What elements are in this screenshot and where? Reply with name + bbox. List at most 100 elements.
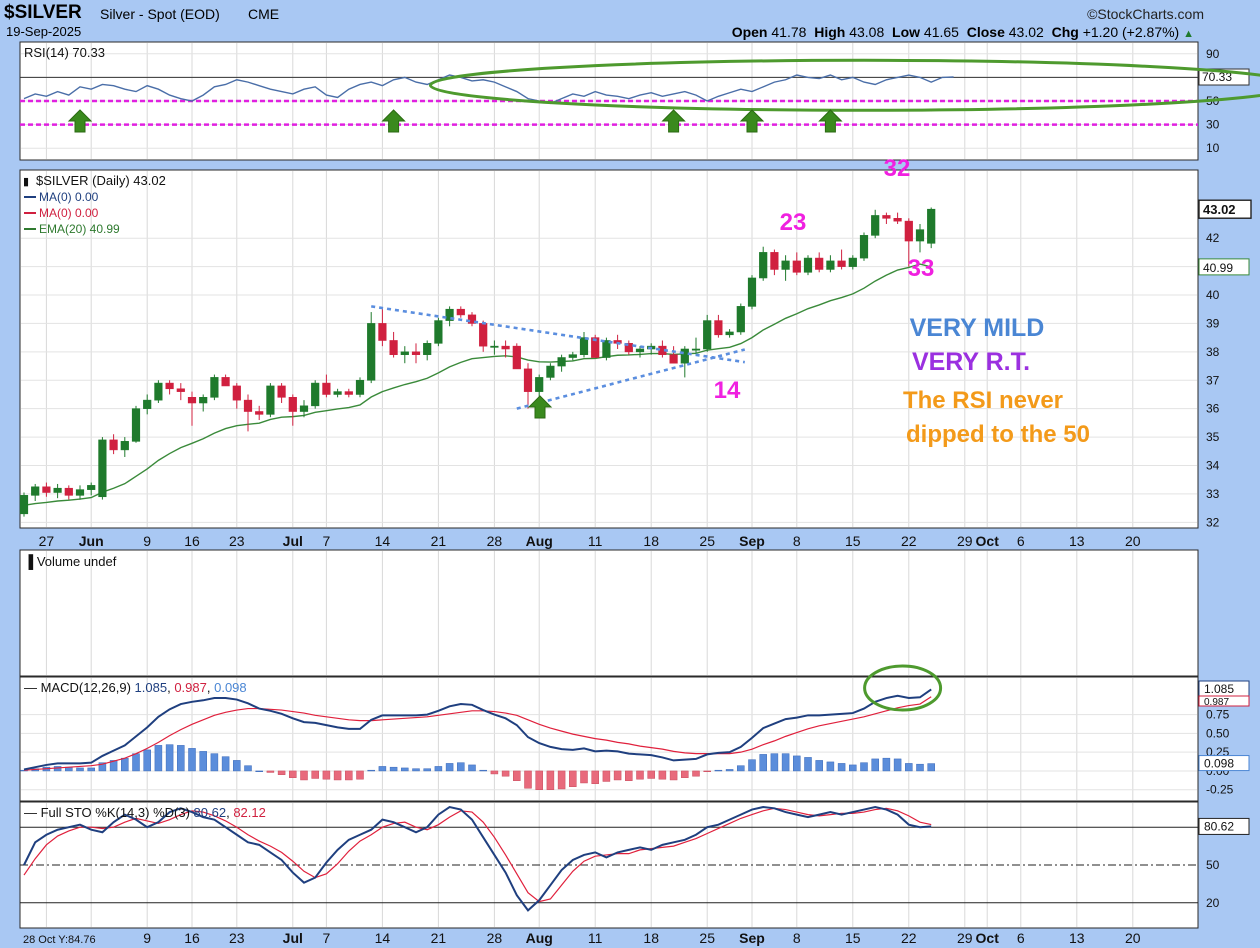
- x-axis-tick-label: 16: [184, 533, 200, 549]
- macd-legend-v2: 0.987: [174, 680, 207, 695]
- macd-legend-v1: 1.085: [135, 680, 168, 695]
- x-axis-tick-label: 21: [431, 533, 447, 549]
- candle: [19, 495, 29, 515]
- candle: [109, 439, 118, 451]
- macd-hist-bar: [255, 770, 263, 772]
- sto-legend-k: 80.62: [194, 805, 227, 820]
- candle: [31, 486, 40, 496]
- price-tick-label: 34: [1206, 458, 1220, 472]
- candle: [87, 485, 96, 490]
- price-annotation: The RSI never: [903, 387, 1063, 414]
- sto-badge-value: 80.62: [1204, 819, 1234, 833]
- macd-hist-bar: [535, 770, 543, 790]
- macd-hist-bar: [905, 763, 913, 772]
- bottom-axis-tick-label: 14: [375, 930, 391, 946]
- macd-hist-bar: [737, 765, 745, 772]
- price-last-value: 43.02: [1203, 202, 1236, 217]
- volume-legend: ▐ Volume undef: [24, 554, 117, 570]
- candle: [165, 382, 174, 390]
- bottom-axis-tick-label: 29: [957, 930, 973, 946]
- x-axis-tick-label: Oct: [976, 533, 1000, 549]
- bottom-axis-tick-label: 21: [431, 930, 447, 946]
- macd-hist-bar: [199, 751, 207, 772]
- macd-hist-bar: [289, 770, 297, 778]
- sto-legend: — Full STO %K(14,3) %D(3) 80.62, 82.12: [24, 805, 266, 820]
- macd-hist-bar: [849, 764, 857, 772]
- candle: [557, 357, 566, 367]
- macd-hist-bar: [546, 770, 555, 790]
- macd-hist-bar: [345, 770, 353, 781]
- candle: [904, 220, 913, 242]
- macd-legend-name: — MACD(12,26,9): [24, 680, 135, 695]
- price-annotation: dipped to the 50: [906, 421, 1090, 448]
- macd-hist-bar: [793, 755, 801, 772]
- candle: [770, 252, 779, 270]
- x-axis-tick-label: Aug: [526, 533, 553, 549]
- macd-hist-bar: [703, 770, 711, 772]
- bottom-axis-tick-label: 16: [184, 930, 200, 946]
- candle: [479, 323, 488, 347]
- stock-chart[interactable]: 9070503010RSI(14) 70.3370.33323334353637…: [0, 0, 1260, 948]
- macd-hist-bar: [121, 757, 129, 772]
- bottom-axis-tick-label: Jul: [283, 930, 303, 946]
- sto-legend-name: — Full STO %K(14,3) %D(3): [24, 805, 194, 820]
- rsi-legend: RSI(14) 70.33: [24, 45, 105, 60]
- macd-hist-bar: [759, 754, 767, 772]
- macd-hist-bar: [513, 770, 521, 781]
- price-tick-label: 32: [1206, 515, 1220, 529]
- price-legend-item: MA(0) 0.00: [39, 190, 99, 204]
- macd-hist-bar: [860, 762, 868, 772]
- macd-hist-bar: [143, 749, 151, 772]
- bottom-axis-tick-label: 23: [229, 930, 245, 946]
- candle: [367, 323, 376, 381]
- x-axis-tick-label: 14: [375, 533, 391, 549]
- price-annotation: 33: [908, 255, 935, 282]
- macd-hist-bar: [356, 770, 364, 780]
- candle: [635, 348, 645, 353]
- candle: [669, 354, 678, 364]
- candle: [143, 399, 152, 409]
- candle: [154, 382, 163, 401]
- macd-hist-bar: [311, 770, 319, 779]
- price-tick-label: 40: [1206, 288, 1220, 302]
- price-annotation: 14: [714, 377, 741, 404]
- price-annotation: 23: [780, 209, 807, 236]
- candle: [42, 486, 51, 493]
- macd-hist-bar: [725, 769, 734, 772]
- x-axis-tick-label: Sep: [739, 533, 765, 549]
- sto-legend-d: 82.12: [233, 805, 266, 820]
- candle: [411, 351, 421, 355]
- macd-hist-bar: [87, 767, 95, 772]
- price-legend-item: $SILVER (Daily) 43.02: [36, 173, 166, 188]
- bottom-axis-tick-label: Oct: [976, 930, 1000, 946]
- candle: [288, 397, 297, 412]
- macd-hist-bar: [826, 761, 835, 772]
- price-tick-label: 38: [1206, 345, 1220, 359]
- rsi-tick-label: 10: [1206, 141, 1220, 155]
- macd-legend-sep: ,: [207, 680, 214, 695]
- candle: [512, 345, 521, 370]
- macd-hist-bar: [748, 759, 756, 772]
- x-axis-tick-label: Jun: [79, 533, 104, 549]
- macd-hist-bar: [613, 770, 622, 781]
- bottom-axis-tick-label: Aug: [526, 930, 553, 946]
- macd-hist-bar: [434, 766, 443, 772]
- candle: [199, 397, 208, 404]
- candle: [568, 354, 577, 358]
- candle: [266, 385, 275, 415]
- candle: [400, 351, 409, 355]
- candle: [725, 331, 734, 336]
- candle: [423, 343, 432, 355]
- candle: [792, 260, 801, 273]
- bottom-axis-tick-label: 7: [323, 930, 331, 946]
- macd-hist-bar: [468, 764, 476, 772]
- candle: [680, 348, 689, 364]
- macd-hist-bar: [378, 766, 387, 772]
- candle: [714, 320, 723, 336]
- candle: [355, 379, 365, 395]
- bottom-axis-tick-label: 6: [1017, 930, 1025, 946]
- macd-legend-v3: 0.098: [214, 680, 247, 695]
- rsi-tick-label: 30: [1206, 118, 1220, 132]
- x-axis-tick-label: 8: [793, 533, 801, 549]
- macd-tick-label: 0.75: [1206, 708, 1230, 722]
